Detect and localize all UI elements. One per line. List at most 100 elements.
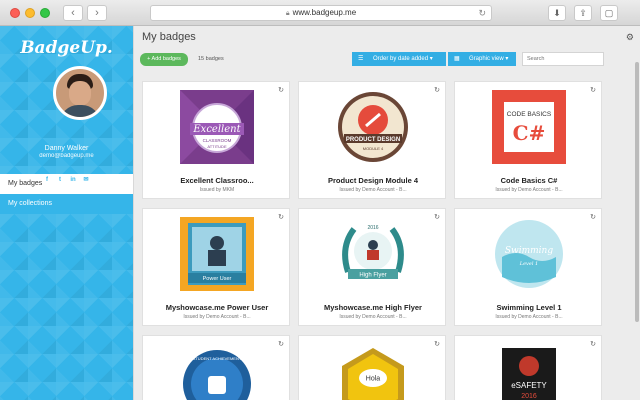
badge-card[interactable]: ↻ Power User Myshowcase.me Power User Is… (142, 208, 290, 326)
search-input[interactable] (522, 52, 604, 66)
badge-card[interactable]: ↻ CODE BASICS C# Code Basics C# Issued b… (454, 81, 602, 199)
badge-card[interactable]: ↻ eSAFETY 2016 (454, 335, 602, 400)
badge-card[interactable]: ↻ PRODUCT DESIGN MODULE 4 Product Design… (298, 81, 446, 199)
badge-card[interactable]: ↻ STUDENT ACHIEVEMENT (142, 335, 290, 400)
badge-image: 2016 High Flyer (342, 225, 404, 279)
badge-art-text: ATTITUDE (207, 144, 227, 149)
badge-image: Excellent CLASSROOM ATTITUDE (180, 90, 254, 164)
badge-art-text: Power User (203, 276, 232, 282)
browser-chrome: ‹ › 🔒︎ www.badgeup.me ↻ ⬇ ⇪ ▢ (0, 0, 640, 26)
refresh-icon[interactable]: ↻ (434, 340, 440, 348)
badge-art-text: MODULE 4 (363, 146, 384, 151)
badge-title: Myshowcase.me Power User (165, 303, 269, 312)
badge-art-text: Level 1 (519, 261, 538, 267)
user-name: Danny Walker (44, 145, 89, 152)
user-email: demo@badgeup.me (39, 153, 94, 159)
badge-image: Swimming Level 1 (495, 220, 563, 288)
badge-art-text: Excellent (192, 124, 241, 135)
refresh-icon[interactable]: ↻ (434, 86, 440, 94)
scrollbar-thumb[interactable] (635, 62, 639, 322)
twitter-icon[interactable]: t (56, 176, 64, 184)
view-label: Graphic view ▾ (469, 56, 509, 62)
lock-icon: 🔒︎ (285, 10, 290, 17)
badge-image: CODE BASICS C# (492, 90, 566, 164)
gear-icon[interactable]: ⚙ (626, 32, 634, 43)
refresh-icon[interactable]: ↻ (590, 86, 596, 94)
badge-image: eSAFETY 2016 (502, 348, 556, 400)
address-bar[interactable]: 🔒︎ www.badgeup.me ↻ (150, 5, 492, 21)
refresh-icon[interactable]: ↻ (278, 86, 284, 94)
scrollbar[interactable] (634, 62, 640, 400)
badge-image: STUDENT ACHIEVEMENT (183, 350, 251, 400)
badge-title: Myshowcase.me High Flyer (324, 303, 422, 312)
badge-title: Code Basics C# (500, 176, 558, 185)
share-icon: ⇪ (579, 8, 587, 18)
list-icon: ☰ (358, 56, 364, 62)
badge-image: Hola (342, 348, 404, 400)
chevron-left-icon: ‹ (71, 7, 75, 19)
badge-issuer: Issued by Demo Account - B... (339, 314, 407, 320)
add-badges-button[interactable]: + Add badges (140, 53, 188, 66)
back-button[interactable]: ‹ (63, 5, 83, 21)
refresh-icon[interactable]: ↻ (278, 213, 284, 221)
email-icon[interactable]: ✉ (82, 176, 90, 184)
tabs-button[interactable]: ▢ (600, 5, 618, 21)
badge-art-text: 2016 (367, 225, 378, 231)
url-text: www.badgeup.me (292, 8, 357, 17)
badge-card[interactable]: ↻ Excellent CLASSROOM ATTITUDE Excellent… (142, 81, 290, 199)
profile-panel: BadgeUp. Danny Walker demo@badgeup.me (0, 26, 133, 174)
badge-art-text: High Flyer (359, 273, 386, 279)
sidebar-background (0, 214, 133, 400)
close-window-button[interactable] (10, 8, 20, 18)
tabs-icon: ▢ (604, 8, 614, 18)
badge-card[interactable]: ↻ 2016 High Flyer Myshowcase.me High Fly… (298, 208, 446, 326)
badge-title: Excellent Classroo... (180, 176, 254, 185)
badge-art-text: PRODUCT DESIGN (346, 137, 400, 143)
badge-image: Power User (180, 217, 254, 291)
sidebar-item-my-collections[interactable]: My collections (0, 194, 133, 214)
badge-art-text: CLASSROOM (203, 138, 232, 143)
badge-art-text: CODE BASICS (507, 111, 552, 118)
maximize-window-button[interactable] (40, 8, 50, 18)
badge-issuer: Issued by Demo Account - B... (339, 187, 407, 193)
grid-icon: ▦ (454, 56, 460, 62)
minimize-window-button[interactable] (25, 8, 35, 18)
share-button[interactable]: ⇪ (574, 5, 592, 21)
badge-issuer: Issued by MKM (199, 187, 235, 193)
badge-art-text: eSAFETY (511, 381, 547, 390)
social-icons: f t in ✉ (0, 176, 133, 184)
linkedin-icon[interactable]: in (69, 176, 77, 184)
badge-art-text: 2016 (521, 393, 537, 400)
badge-art-text: STUDENT ACHIEVEMENT (193, 356, 242, 361)
main-content: My badges ⚙ + Add badges 15 badges ☰ Ord… (134, 26, 640, 400)
sidebar: BadgeUp. Danny Walker demo@badgeup.me My… (0, 26, 133, 400)
refresh-icon[interactable]: ↻ (434, 213, 440, 221)
page-title: My badges (142, 31, 196, 43)
view-dropdown[interactable]: ▦ Graphic view ▾ (448, 52, 516, 66)
badge-art-text: Hola (366, 376, 381, 383)
badge-art-text: Swimming (505, 246, 553, 256)
sidebar-item-label: My collections (8, 200, 52, 207)
reload-icon[interactable]: ↻ (478, 6, 486, 20)
forward-button[interactable]: › (87, 5, 107, 21)
order-dropdown[interactable]: ☰ Order by date added ▾ (352, 52, 446, 66)
download-button[interactable]: ⬇ (548, 5, 566, 21)
avatar[interactable] (53, 66, 107, 120)
badge-title: Product Design Module 4 (327, 176, 418, 185)
badge-count: 15 badges (198, 56, 224, 62)
badge-title: Swimming Level 1 (496, 303, 562, 312)
chevron-right-icon: › (95, 7, 99, 19)
badge-issuer: Issued by Demo Account - B... (183, 314, 251, 320)
logo[interactable]: BadgeUp. (0, 38, 133, 58)
badge-issuer: Issued by Demo Account - B... (495, 187, 563, 193)
badge-card[interactable]: ↻ Swimming Level 1 Swimming Level 1 Issu… (454, 208, 602, 326)
refresh-icon[interactable]: ↻ (590, 340, 596, 348)
badge-art-text: C# (513, 121, 546, 145)
refresh-icon[interactable]: ↻ (590, 213, 596, 221)
order-label: Order by date added ▾ (373, 56, 433, 62)
refresh-icon[interactable]: ↻ (278, 340, 284, 348)
badge-image: PRODUCT DESIGN MODULE 4 (338, 92, 408, 162)
badge-card[interactable]: ↻ Hola (298, 335, 446, 400)
badge-issuer: Issued by Demo Account - B... (495, 314, 563, 320)
facebook-icon[interactable]: f (43, 176, 51, 184)
